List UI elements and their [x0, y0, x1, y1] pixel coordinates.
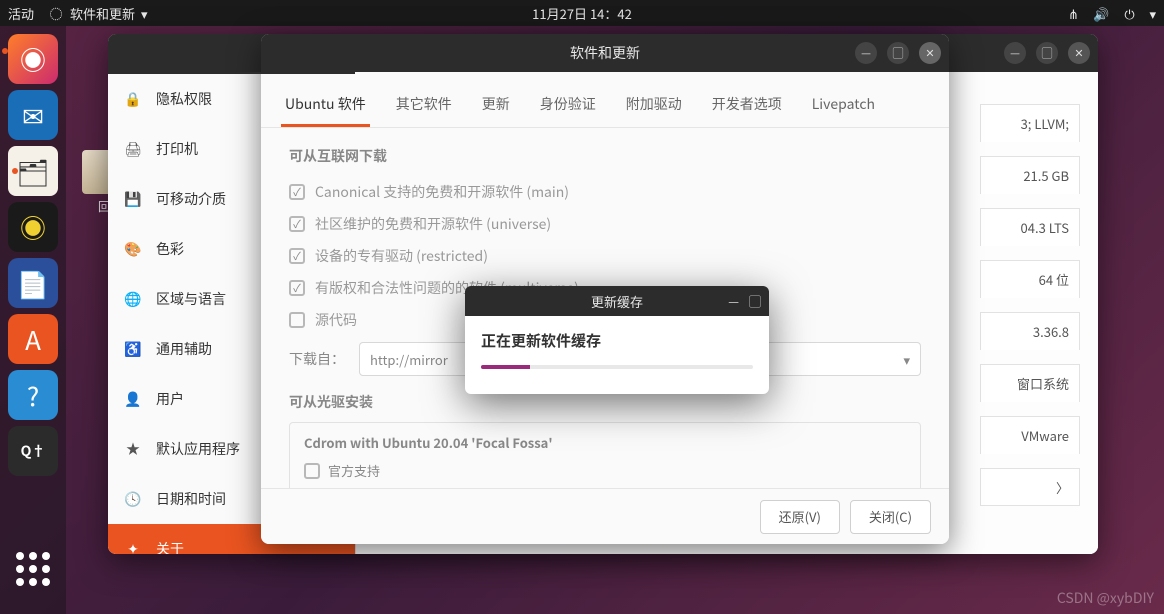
source-checkbox-row: 设备的专有驱动 (restricted) — [289, 240, 921, 272]
about-info-row: 64 位 — [980, 260, 1080, 298]
sidebar-icon: 🔒 — [124, 89, 142, 109]
dock-qt[interactable]: Q† — [8, 426, 58, 476]
section-cdrom: 可从光驱安装 — [289, 392, 921, 412]
sw-maximize-button[interactable]: ▢ — [887, 42, 909, 64]
sw-tab[interactable]: 开发者选项 — [708, 84, 786, 127]
dock-firefox[interactable]: ◉ — [8, 34, 58, 84]
datetime[interactable]: 11月27日 14：42 — [532, 4, 632, 23]
progress-bar — [481, 365, 753, 369]
about-info-row: 窗口系统 — [980, 364, 1080, 402]
sw-footer: 还原(V) 关闭(C) — [261, 488, 949, 544]
volume-icon[interactable]: 🔊 — [1093, 5, 1109, 21]
sidebar-icon: 🖨 — [124, 139, 142, 159]
sw-tab[interactable]: 其它软件 — [392, 84, 456, 127]
dock: ◉ ✉ 🗂 ◉ 📄 A ? Q† — [0, 26, 66, 614]
checkbox[interactable] — [289, 248, 305, 264]
dialog-message: 正在更新软件缓存 — [481, 330, 753, 351]
sidebar-label: 关于 — [156, 539, 184, 554]
sidebar-label: 默认应用程序 — [156, 439, 240, 459]
sidebar-label: 区域与语言 — [156, 289, 226, 309]
cdrom-box: Cdrom with Ubuntu 20.04 'Focal Fossa' 官方… — [289, 422, 921, 488]
dock-writer[interactable]: 📄 — [8, 258, 58, 308]
dock-rhythmbox[interactable]: ◉ — [8, 202, 58, 252]
sidebar-label: 可移动介质 — [156, 189, 226, 209]
settings-minimize-button[interactable]: — — [1004, 42, 1026, 64]
sw-title: 软件和更新 — [570, 43, 640, 63]
power-icon[interactable]: ⏻ — [1121, 5, 1137, 21]
sidebar-icon: 💾 — [124, 189, 142, 209]
sidebar-label: 日期和时间 — [156, 489, 226, 509]
about-info: 3; LLVM; 21.5 GB 04.3 LTS 64 位 3.36.8 窗口系统 VMw… — [980, 104, 1080, 506]
cdrom-official-checkbox[interactable] — [304, 463, 320, 479]
sw-titlebar[interactable]: 软件和更新 — ▢ ✕ — [261, 34, 949, 72]
dock-files[interactable]: 🗂 — [8, 146, 58, 196]
sw-tab[interactable]: Ubuntu 软件 — [281, 84, 370, 127]
about-info-row: 3; LLVM; — [980, 104, 1080, 142]
sidebar-icon: ✦ — [124, 539, 142, 554]
sidebar-label: 用户 — [156, 389, 184, 409]
activities-button[interactable]: 活动 — [8, 4, 34, 23]
dock-thunderbird[interactable]: ✉ — [8, 90, 58, 140]
sidebar-icon: ★ — [124, 439, 142, 459]
checkbox[interactable] — [289, 184, 305, 200]
about-info-row: VMware — [980, 416, 1080, 454]
section-download: 可从互联网下载 — [289, 146, 921, 166]
top-bar: 活动 ◌ 软件和更新 ▾ 11月27日 14：42 ⋔ 🔊 ⏻ ▾ — [0, 0, 1164, 26]
sidebar-icon: 🎨 — [124, 239, 142, 259]
about-info-row: 3.36.8 — [980, 312, 1080, 350]
sidebar-label: 打印机 — [156, 139, 198, 159]
sidebar-label: 通用辅助 — [156, 339, 212, 359]
dock-software[interactable]: A — [8, 314, 58, 364]
sidebar-label: 色彩 — [156, 239, 184, 259]
download-from-label: 下载自： — [289, 349, 345, 369]
update-cache-dialog: 更新缓存 — ▢ 正在更新软件缓存 — [465, 286, 769, 394]
chevron-down-icon: ▾ — [141, 4, 148, 23]
dock-help[interactable]: ? — [8, 370, 58, 420]
chevron-down-icon: ▾ — [903, 350, 910, 369]
revert-button[interactable]: 还原(V) — [760, 500, 840, 534]
sidebar-icon: ♿ — [124, 339, 142, 359]
sidebar-icon: 👤 — [124, 389, 142, 409]
app-name[interactable]: 软件和更新 — [70, 4, 135, 23]
checkbox-label: Canonical 支持的免费和开源软件 (main) — [315, 182, 569, 202]
checkbox-label: 设备的专有驱动 (restricted) — [315, 246, 488, 266]
sw-tab[interactable]: 附加驱动 — [622, 84, 686, 127]
source-checkbox-row: Canonical 支持的免费和开源软件 (main) — [289, 176, 921, 208]
sw-tab[interactable]: 身份验证 — [536, 84, 600, 127]
about-info-row: 21.5 GB — [980, 156, 1080, 194]
app-indicator-icon: ◌ — [48, 5, 64, 21]
checkbox[interactable] — [289, 216, 305, 232]
sidebar-icon: 🕓 — [124, 489, 142, 509]
close-button[interactable]: 关闭(C) — [850, 500, 931, 534]
about-info-row: 〉 — [980, 468, 1080, 506]
settings-close-button[interactable]: ✕ — [1068, 42, 1090, 64]
dialog-minimize-button[interactable]: — — [728, 293, 739, 310]
cdrom-title: Cdrom with Ubuntu 20.04 'Focal Fossa' — [304, 433, 906, 452]
sw-tabs: Ubuntu 软件其它软件更新身份验证附加驱动开发者选项 Livepatch — [261, 72, 949, 128]
sw-tab[interactable]: 更新 — [478, 84, 514, 127]
chevron-down-icon[interactable]: ▾ — [1149, 4, 1156, 23]
settings-maximize-button[interactable]: ▢ — [1036, 42, 1058, 64]
checkbox-label: 社区维护的免费和开源软件 (universe) — [315, 214, 551, 234]
sw-close-button[interactable]: ✕ — [919, 42, 941, 64]
dialog-maximize-button[interactable]: ▢ — [749, 293, 761, 310]
checkbox[interactable] — [289, 312, 305, 328]
checkbox-label: 源代码 — [315, 310, 357, 330]
source-checkbox-row: 社区维护的免费和开源软件 (universe) — [289, 208, 921, 240]
network-icon[interactable]: ⋔ — [1065, 5, 1081, 21]
watermark: CSDN @xybDIY — [1057, 588, 1154, 608]
sw-tab[interactable]: Livepatch — [808, 84, 879, 127]
checkbox[interactable] — [289, 280, 305, 296]
sidebar-icon: 🌐 — [124, 289, 142, 309]
about-info-row: 04.3 LTS — [980, 208, 1080, 246]
sw-minimize-button[interactable]: — — [855, 42, 877, 64]
dock-show-apps[interactable] — [8, 544, 58, 594]
dialog-titlebar[interactable]: 更新缓存 — ▢ — [465, 286, 769, 316]
dialog-title: 更新缓存 — [591, 292, 643, 311]
sidebar-label: 隐私权限 — [156, 89, 212, 109]
